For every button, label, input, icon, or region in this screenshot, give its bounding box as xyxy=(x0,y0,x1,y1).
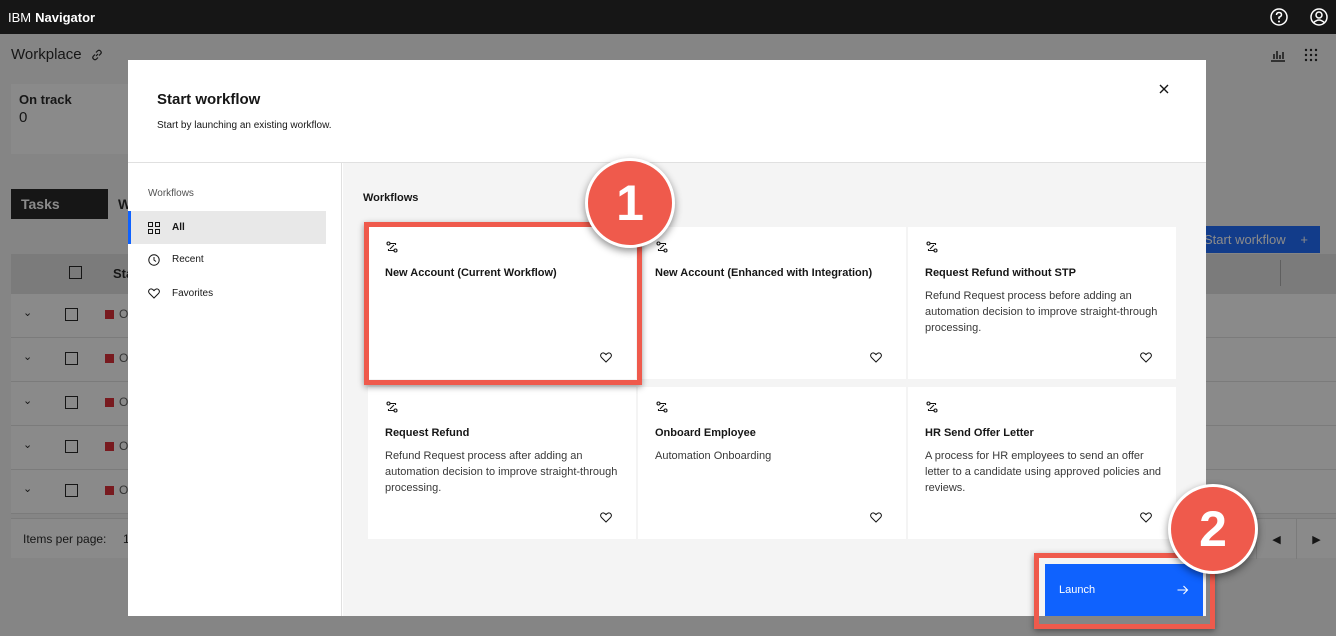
sidebar-item-recent[interactable]: Recent xyxy=(128,243,326,276)
favorite-heart-icon[interactable] xyxy=(1140,352,1152,363)
start-workflow-modal: Start workflow Start by launching an exi… xyxy=(128,60,1206,616)
workflow-card-request-refund[interactable]: Request Refund Refund Request process af… xyxy=(368,387,636,539)
workflow-card-title: Request Refund without STP xyxy=(925,267,1076,279)
workflow-card-description: Automation Onboarding xyxy=(655,450,772,462)
favorite-heart-icon[interactable] xyxy=(870,512,882,523)
workflow-card-title: New Account (Enhanced with Integration) xyxy=(655,267,873,279)
sidebar-item-all[interactable]: All xyxy=(128,211,326,244)
workflow-icon xyxy=(386,401,398,413)
sidebar-item-label: Recent xyxy=(172,254,204,265)
workflow-card-title: HR Send Offer Letter xyxy=(925,427,1034,439)
top-bar: IBM Navigator xyxy=(0,0,1336,34)
modal-title: Start workflow xyxy=(157,91,261,108)
favorite-heart-icon[interactable] xyxy=(600,512,612,523)
modal-header: Start workflow Start by launching an exi… xyxy=(128,60,1206,163)
highlight-frame-step1 xyxy=(364,222,642,385)
sidebar-item-favorites[interactable]: Favorites xyxy=(128,277,326,310)
workflow-card-hr-send-offer-letter[interactable]: HR Send Offer Letter A process for HR em… xyxy=(908,387,1176,539)
workflow-card-title: Request Refund xyxy=(385,427,470,439)
favorite-heart-icon[interactable] xyxy=(1140,512,1152,523)
sidebar-item-label: Favorites xyxy=(172,288,214,299)
sidebar-item-label: All xyxy=(172,222,185,233)
workflow-card-description: Refund Request process after adding an a… xyxy=(385,450,618,494)
workflow-card-description: Refund Request process before adding an … xyxy=(925,290,1158,334)
workflow-filter-sidebar: Workflows All Recent Favorites xyxy=(128,163,342,616)
workflow-icon xyxy=(926,241,938,253)
workflow-icon xyxy=(656,401,668,413)
close-icon[interactable] xyxy=(1152,77,1176,101)
brand-name[interactable]: Navigator xyxy=(35,10,95,25)
workflow-card-title: Onboard Employee xyxy=(655,427,756,439)
workflow-card-onboard-employee[interactable]: Onboard Employee Automation Onboarding xyxy=(638,387,906,539)
user-avatar-icon[interactable] xyxy=(1308,6,1330,28)
section-title: Workflows xyxy=(363,192,419,204)
step-1-badge: 1 xyxy=(585,158,675,248)
workflow-card-new-account-enhanced[interactable]: New Account (Enhanced with Integration) xyxy=(638,227,906,379)
grid-icon xyxy=(148,221,160,234)
clock-icon xyxy=(148,253,160,266)
favorite-heart-icon[interactable] xyxy=(870,352,882,363)
help-icon[interactable] xyxy=(1268,6,1290,28)
sidebar-label: Workflows xyxy=(148,188,194,199)
heart-icon xyxy=(148,288,160,299)
step-2-badge: 2 xyxy=(1168,484,1258,574)
modal-subtitle: Start by launching an existing workflow. xyxy=(157,120,332,131)
workflow-card-request-refund-without-stp[interactable]: Request Refund without STP Refund Reques… xyxy=(908,227,1176,379)
brand-prefix: IBM xyxy=(8,9,32,25)
workflow-icon xyxy=(926,401,938,413)
workflow-card-description: A process for HR employees to send an of… xyxy=(925,450,1162,494)
workflow-icon xyxy=(656,241,668,253)
